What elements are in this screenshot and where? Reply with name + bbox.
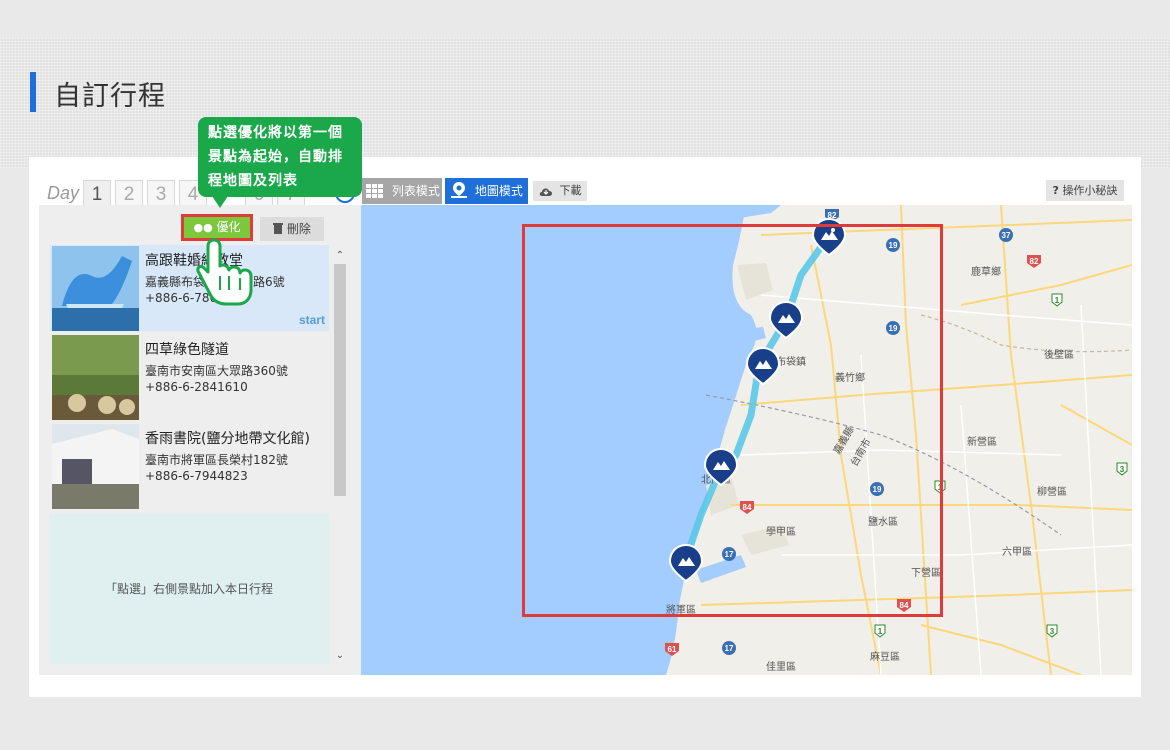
place-address: 臺南市安南區大眾路360號 [145,364,288,378]
header-band [0,38,1170,168]
grid-icon [366,181,384,207]
list-item[interactable]: 香雨書院(鹽分地帶文化館) 臺南市將軍區長榮村182號 +886-6-79448… [50,423,329,509]
download-button[interactable]: 下載 [533,181,587,201]
tips-label: 操作小秘訣 [1062,184,1118,197]
list-mode-label: 列表模式 [391,184,440,198]
route-pin-icon: ●● [193,221,213,234]
day-tab-1[interactable]: 1 [83,180,111,208]
tips-button[interactable]: ? 操作小秘訣 [1046,180,1124,201]
map-label-jiali: 佳里區 [766,660,796,673]
svg-text:61: 61 [668,645,677,654]
list-item[interactable]: 高跟鞋婚紗教堂 嘉義縣布袋鎮新塭興路6號 +886-6-7861000 star… [50,245,329,331]
map-highlight-box [522,224,943,617]
map-mode-button[interactable]: 地圖模式 [445,178,528,204]
title-accent-bar [30,72,36,112]
download-label: 下載 [559,184,582,197]
map-label-xinying: 新營區 [967,435,997,448]
map-mode-label: 地圖模式 [474,184,523,198]
day-tab-2[interactable]: 2 [115,180,143,208]
thumbnail-image [52,335,139,420]
place-phone: +886-6-7944823 [145,469,248,483]
map-label-liuying: 柳營區 [1037,485,1067,498]
tooltip-tail [212,196,228,208]
list-mode-button[interactable]: 列表模式 [362,178,442,204]
optimize-tooltip: 點選優化將以第一個景點為起始，自動排程地圖及列表 [198,117,362,197]
cloud-download-icon [539,183,553,203]
map-pin-icon [451,181,467,207]
thumbnail-image [52,424,139,509]
svg-text:1: 1 [878,627,883,636]
map-label-liujia: 六甲區 [1002,546,1032,558]
day-tab-3[interactable]: 3 [147,180,175,208]
page-title: 自訂行程 [54,81,166,112]
day-label: Day [47,183,80,203]
list-item[interactable]: 四草綠色隧道 臺南市安南區大眾路360號 +886-6-2841610 [50,334,329,420]
map-label-lucao: 鹿草鄉 [971,265,1001,278]
top-band [0,0,1170,38]
svg-text:17: 17 [725,644,734,653]
place-address: 臺南市將軍區長榮村182號 [145,453,288,467]
chevron-down-icon[interactable]: ⌄ [332,650,348,664]
svg-text:3: 3 [1120,465,1125,474]
trash-icon [273,222,287,236]
delete-button[interactable]: 刪除 [260,217,324,241]
svg-text:37: 37 [1002,231,1011,240]
question-icon: ? [1052,184,1059,197]
pointer-hand-icon [196,236,256,316]
place-phone: +886-6-2841610 [145,380,248,394]
chevron-up-icon[interactable]: ⌃ [332,250,348,264]
svg-text:3: 3 [1050,627,1055,636]
map-label-madou: 麻豆區 [870,650,900,663]
list-scrollbar[interactable]: ⌃ ⌄ [332,250,348,664]
svg-text:1: 1 [1055,296,1060,305]
delete-label: 刪除 [286,222,311,236]
scroll-thumb[interactable] [334,264,346,496]
add-place-dropzone[interactable]: 「點選」右側景點加入本日行程 [49,514,329,664]
svg-text:82: 82 [1030,257,1039,266]
start-badge: start [298,313,325,327]
optimize-label: 優化 [216,220,241,234]
map-label-houbi: 後壁區 [1044,348,1074,361]
thumbnail-image [52,246,139,331]
place-name: 四草綠色隧道 [145,342,229,358]
place-name: 香雨書院(鹽分地帶文化館) [145,431,310,447]
